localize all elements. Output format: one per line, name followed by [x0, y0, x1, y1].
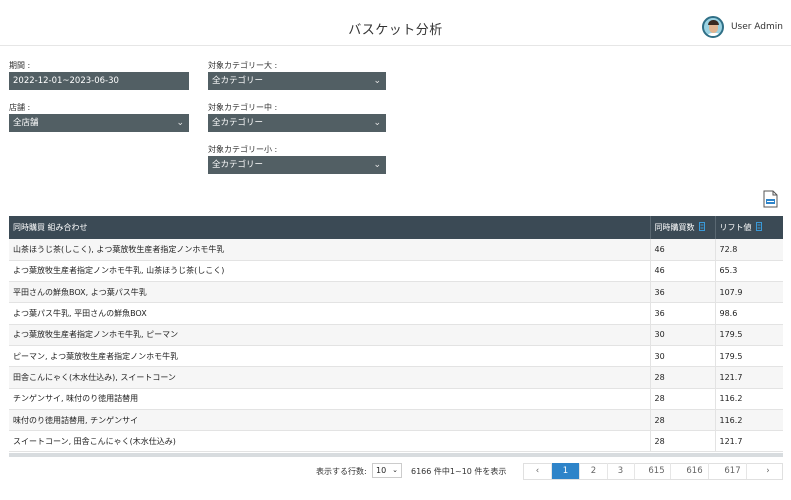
table-row[interactable]: 山茶ほうじ茶(しこく), よつ葉放牧生産者指定ノンホモ牛乳 46 72.8 [9, 239, 783, 261]
store-label: 店舗 : [9, 103, 31, 112]
category-large-value: 全カテゴリー [212, 76, 264, 86]
chevron-down-icon: ⌄ [373, 160, 381, 170]
table-row[interactable]: ピーマン, よつ葉放牧生産者指定ノンホモ牛乳 30 179.5 [9, 345, 783, 368]
col-header-lift[interactable]: リフト値 [715, 216, 783, 239]
table-row[interactable]: 味付のり徳用詰替用, チンゲンサイ 28 116.2 [9, 409, 783, 432]
cell-combination: よつ葉パス牛乳, 平田さんの鮮魚BOX [9, 302, 651, 325]
table-row[interactable]: よつ葉放牧生産者指定ノンホモ牛乳, 山茶ほうじ茶(しこく) 46 65.3 [9, 260, 783, 283]
next-page-button[interactable]: › [754, 463, 782, 479]
user-avatar-icon[interactable] [701, 16, 724, 38]
page-button-2[interactable]: 2 [580, 463, 608, 479]
chevron-down-icon: ⌄ [176, 118, 184, 128]
cell-lift: 107.9 [715, 281, 783, 304]
table-row[interactable]: よつ葉パス牛乳, 平田さんの鮮魚BOX 36 98.6 [9, 302, 783, 325]
rows-per-page-value: 10 [376, 466, 387, 475]
page-button-1[interactable]: 1 [552, 463, 580, 479]
table-header-row: 同時購買 組み合わせ 同時購買数 リフト値 [9, 216, 783, 239]
page-button-3[interactable]: 3 [607, 463, 635, 479]
chevron-down-icon: ⌄ [373, 76, 381, 86]
col-header-combination: 同時購買 組み合わせ [9, 216, 651, 239]
store-value: 全店舗 [13, 118, 39, 128]
col-header-count[interactable]: 同時購買数 [650, 216, 716, 239]
cell-count: 28 [650, 366, 716, 389]
cell-count: 46 [650, 239, 716, 261]
header: バスケット分析 User Admin [0, 0, 791, 46]
cell-lift: 179.5 [715, 345, 783, 368]
cell-count: 28 [650, 409, 716, 432]
cell-lift: 121.7 [715, 366, 783, 389]
cell-lift: 116.2 [715, 409, 783, 432]
category-large-label: 対象カテゴリー大 : [208, 61, 278, 70]
page-title: バスケット分析 [348, 23, 443, 38]
sort-icon[interactable] [698, 222, 705, 231]
pagination-bar: 表示する行数: 10 ⌄ 6166 件中1~10 件を表示 ‹ 1 2 3 61… [0, 462, 791, 480]
category-mid-select[interactable]: 全カテゴリー ⌄ [208, 114, 386, 132]
period-value: 2022-12-01~2023-06-30 [13, 76, 119, 86]
cell-combination: 味付のり徳用詰替用, チンゲンサイ [9, 409, 651, 432]
rows-per-page-label: 表示する行数: [316, 467, 367, 476]
cell-count: 36 [650, 302, 716, 325]
cell-combination: 田舎こんにゃく(木水仕込み), スイートコーン [9, 366, 651, 389]
table-row[interactable]: チンゲンサイ, 味付のり徳用詰替用 28 116.2 [9, 388, 783, 410]
cell-lift: 65.3 [715, 260, 783, 283]
cell-combination: 平田さんの鮮魚BOX, よつ葉パス牛乳 [9, 281, 651, 304]
table-row[interactable]: スイートコーン, 田舎こんにゃく(木水仕込み) 28 121.7 [9, 430, 783, 453]
csv-download-icon[interactable] [763, 190, 778, 208]
cell-count: 28 [650, 430, 716, 453]
category-small-value: 全カテゴリー [212, 160, 264, 170]
table-row[interactable]: よつ葉放牧生産者指定ノンホモ牛乳, ピーマン 30 179.5 [9, 324, 783, 346]
prev-page-button[interactable]: ‹ [524, 463, 552, 479]
cell-combination: よつ葉放牧生産者指定ノンホモ牛乳, ピーマン [9, 324, 651, 346]
chevron-down-icon: ⌄ [373, 118, 381, 128]
user-name[interactable]: User Admin [731, 22, 783, 32]
cell-count: 36 [650, 281, 716, 304]
page-button-617[interactable]: 617 [719, 463, 747, 479]
period-field[interactable]: 2022-12-01~2023-06-30 [9, 72, 189, 90]
basket-table: 同時購買 組み合わせ 同時購買数 リフト値 山茶ほうじ茶(しこく), よつ葉放牧… [9, 216, 783, 453]
category-large-select[interactable]: 全カテゴリー ⌄ [208, 72, 386, 90]
cell-count: 28 [650, 388, 716, 410]
user-menu[interactable]: User Admin [701, 16, 783, 38]
cell-count: 30 [650, 324, 716, 346]
table-row[interactable]: 田舎こんにゃく(木水仕込み), スイートコーン 28 121.7 [9, 366, 783, 389]
cell-lift: 98.6 [715, 302, 783, 325]
cell-lift: 72.8 [715, 239, 783, 261]
period-label: 期間 : [9, 61, 31, 70]
store-select[interactable]: 全店舗 ⌄ [9, 114, 189, 132]
cell-lift: 179.5 [715, 324, 783, 346]
category-mid-label: 対象カテゴリー中 : [208, 103, 278, 112]
cell-combination: チンゲンサイ, 味付のり徳用詰替用 [9, 388, 651, 410]
table-row[interactable]: 平田さんの鮮魚BOX, よつ葉パス牛乳 36 107.9 [9, 281, 783, 304]
rows-per-page-select[interactable]: 10 ⌄ [372, 463, 402, 478]
cell-lift: 116.2 [715, 388, 783, 410]
result-range-text: 6166 件中1~10 件を表示 [411, 467, 507, 476]
table-scrollbar[interactable] [9, 453, 783, 457]
cell-combination: ピーマン, よつ葉放牧生産者指定ノンホモ牛乳 [9, 345, 651, 368]
sort-icon[interactable] [755, 222, 762, 231]
category-small-select[interactable]: 全カテゴリー ⌄ [208, 156, 386, 174]
cell-combination: よつ葉放牧生産者指定ノンホモ牛乳, 山茶ほうじ茶(しこく) [9, 260, 651, 283]
page-button-615[interactable]: 615 [643, 463, 671, 479]
category-small-label: 対象カテゴリー小 : [208, 145, 278, 154]
cell-combination: スイートコーン, 田舎こんにゃく(木水仕込み) [9, 430, 651, 453]
category-mid-value: 全カテゴリー [212, 118, 264, 128]
page-button-616[interactable]: 616 [681, 463, 709, 479]
chevron-down-icon: ⌄ [392, 466, 398, 474]
cell-count: 46 [650, 260, 716, 283]
cell-count: 30 [650, 345, 716, 368]
cell-lift: 121.7 [715, 430, 783, 453]
cell-combination: 山茶ほうじ茶(しこく), よつ葉放牧生産者指定ノンホモ牛乳 [9, 239, 651, 261]
